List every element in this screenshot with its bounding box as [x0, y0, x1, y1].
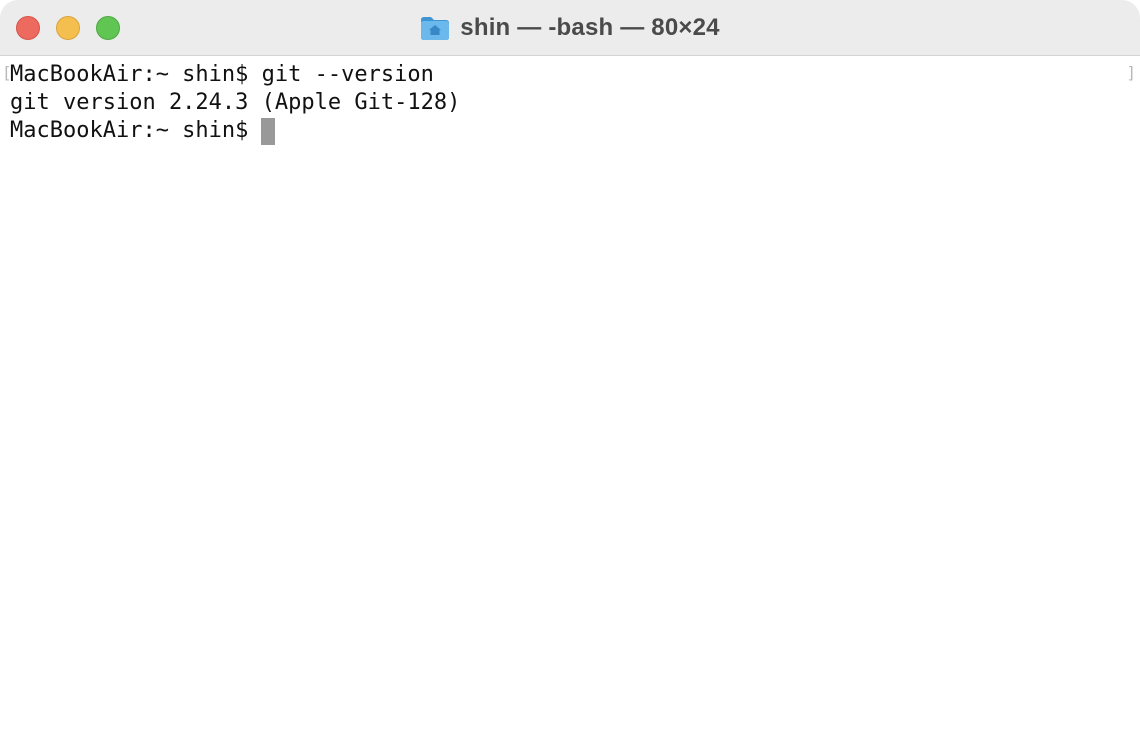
terminal-content[interactable]: [ ] MacBookAir:~ shin$ git --version git… — [0, 57, 1140, 742]
home-folder-icon — [420, 15, 450, 41]
window-title-group: shin — -bash — 80×24 — [0, 0, 1140, 56]
terminal-output: MacBookAir:~ shin$ git --version git ver… — [10, 61, 460, 145]
title-bar[interactable]: shin — -bash — 80×24 — [0, 0, 1140, 56]
terminal-line: git version 2.24.3 (Apple Git-128) — [10, 90, 461, 115]
terminal-window: shin — -bash — 80×24 [ ] MacBookAir:~ sh… — [0, 0, 1140, 742]
window-title: shin — -bash — 80×24 — [460, 14, 720, 41]
terminal-line: MacBookAir:~ shin$ git --version — [10, 62, 434, 87]
terminal-prompt-line[interactable]: MacBookAir:~ shin$ — [10, 117, 460, 145]
text-cursor — [261, 117, 276, 145]
right-bracket-mark: ] — [1126, 63, 1136, 82]
